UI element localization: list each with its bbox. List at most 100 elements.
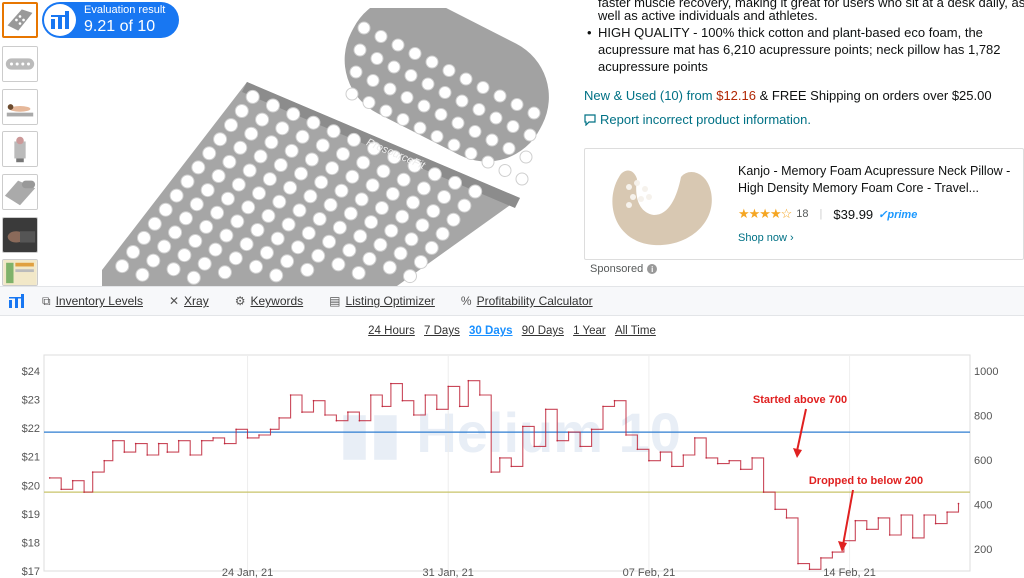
data-point bbox=[544, 408, 547, 411]
thumbnail-7[interactable] bbox=[2, 259, 38, 286]
range-30-days[interactable]: 30 Days bbox=[469, 325, 512, 337]
mat-spike-dot bbox=[270, 231, 285, 246]
thumbnail-6[interactable] bbox=[2, 217, 38, 253]
pillow-spike-dot bbox=[345, 87, 359, 101]
keywords-icon: ⚙ bbox=[234, 294, 246, 308]
inventory-levels-button[interactable]: ⧉ Inventory Levels bbox=[42, 294, 143, 309]
mat-spike-dot bbox=[283, 180, 298, 195]
range-24-hours[interactable]: 24 Hours bbox=[368, 325, 415, 337]
data-point bbox=[103, 459, 105, 462]
right-axis-tick: 200 bbox=[974, 544, 992, 556]
mat-spike-dot bbox=[322, 234, 337, 249]
left-axis-tick: $21 bbox=[22, 452, 40, 464]
mat-spike-dot bbox=[294, 166, 308, 181]
right-axis-tick: 600 bbox=[974, 455, 992, 467]
helium10-logo-icon bbox=[44, 4, 76, 36]
price-bsr-chart[interactable]: ▮▮ Helium 10 24 Jan, 21 31 Jan, 21 07 Feb, … bbox=[0, 345, 1024, 578]
pillow-spike-dot bbox=[400, 91, 414, 104]
x-tick-label: 14 Feb, 21 bbox=[823, 567, 876, 578]
data-point bbox=[854, 519, 857, 522]
mat-spike-dot bbox=[224, 118, 238, 133]
mat-spike-dot bbox=[208, 242, 223, 257]
thumbnail-1[interactable] bbox=[2, 2, 38, 38]
profitability-calculator-button[interactable]: % Profitability Calculator bbox=[461, 294, 593, 308]
shop-now-link[interactable]: Shop now › bbox=[738, 232, 794, 244]
range-90-days[interactable]: 90 Days bbox=[522, 325, 564, 337]
data-point bbox=[877, 517, 880, 519]
mat-spike-dot bbox=[217, 265, 232, 280]
thumbnail-4[interactable] bbox=[2, 131, 38, 167]
pillow-spike-dot bbox=[349, 65, 363, 79]
data-point bbox=[556, 439, 558, 442]
data-point bbox=[413, 414, 415, 416]
used-price: $12.16 bbox=[716, 88, 756, 103]
data-point bbox=[797, 562, 799, 565]
thumbnail-3[interactable] bbox=[2, 89, 38, 125]
rating-count[interactable]: 18 bbox=[796, 208, 808, 220]
mat-spike-dot bbox=[351, 266, 366, 280]
pillow-spike-dot bbox=[396, 113, 410, 126]
data-point bbox=[739, 468, 742, 471]
boxes-icon: ⧉ bbox=[42, 293, 51, 308]
data-point bbox=[694, 437, 696, 439]
thumbnail-2[interactable] bbox=[2, 46, 38, 82]
bullet-text: well as active individuals and athletes. bbox=[598, 8, 818, 23]
mat-spike-dot bbox=[448, 175, 462, 190]
mat-spike-dot bbox=[166, 262, 181, 277]
mat-spike-dot bbox=[200, 183, 215, 198]
mat-spike-dot bbox=[158, 202, 173, 217]
mat-spike-dot bbox=[365, 178, 380, 193]
pillow-spike-dot bbox=[515, 172, 529, 186]
mat-spike-dot bbox=[332, 220, 347, 235]
mat-spike-dot bbox=[250, 223, 265, 237]
data-point bbox=[347, 411, 349, 413]
xray-button[interactable]: ✕ Xray bbox=[169, 294, 209, 308]
thumbnail-5[interactable] bbox=[2, 174, 38, 210]
new-used-offers[interactable]: New & Used (10) from $12.16 & FREE Shipp… bbox=[584, 88, 992, 103]
annotation-dropped-below-200: Dropped to below 200 bbox=[809, 475, 923, 487]
mat-spike-dot bbox=[157, 239, 172, 254]
range-all-time[interactable]: All Time bbox=[615, 325, 656, 337]
data-point bbox=[522, 425, 524, 428]
mat-spike-dot bbox=[178, 211, 193, 226]
helium10-logo-icon[interactable] bbox=[0, 294, 34, 308]
data-point bbox=[83, 491, 85, 493]
mat-spike-dot bbox=[137, 230, 151, 245]
mat-spike-dot bbox=[249, 259, 263, 274]
report-label[interactable]: Report incorrect product information. bbox=[600, 112, 811, 127]
xray-icon: ✕ bbox=[168, 294, 180, 308]
data-point bbox=[189, 454, 191, 456]
data-point bbox=[682, 454, 685, 456]
mat-spike-dot bbox=[435, 226, 450, 241]
star-rating-icon[interactable]: ★★★★☆ bbox=[738, 206, 792, 222]
pillow-spike-dot bbox=[506, 120, 520, 133]
range-1-year[interactable]: 1 Year bbox=[573, 325, 606, 337]
ad-rating-row: ★★★★☆ 18 | $39.99 ✓prime bbox=[738, 206, 918, 222]
keywords-button[interactable]: ⚙ Keywords bbox=[235, 294, 303, 308]
new-used-link[interactable]: New & Used (10) from bbox=[584, 88, 713, 103]
product-main-image[interactable]: ProsourceFit bbox=[96, 0, 566, 286]
range-7-days[interactable]: 7 Days bbox=[424, 325, 460, 337]
mat-spike-dot bbox=[393, 246, 408, 261]
data-point bbox=[567, 431, 570, 433]
mat-spike-dot bbox=[325, 161, 340, 176]
listing-optimizer-button[interactable]: ▤ Listing Optimizer bbox=[329, 294, 435, 308]
sponsored-ad-card[interactable]: Kanjo - Memory Foam Acupressure Neck Pil… bbox=[584, 148, 1024, 260]
mat-spike-dot bbox=[416, 181, 431, 196]
mat-spike-dot bbox=[210, 205, 225, 220]
right-axis-tick: 1000 bbox=[974, 366, 998, 378]
pillow-spike-dot bbox=[438, 86, 452, 99]
mat-spike-dot bbox=[284, 143, 299, 158]
data-point bbox=[436, 408, 438, 411]
mat-spike-dot bbox=[413, 255, 428, 269]
data-point bbox=[602, 405, 604, 408]
mat-spike-dot bbox=[304, 152, 319, 167]
report-link[interactable]: Report incorrect product information. bbox=[584, 112, 811, 127]
ad-title[interactable]: Kanjo - Memory Foam Acupressure Neck Pil… bbox=[738, 163, 1018, 197]
data-point bbox=[212, 437, 214, 439]
info-icon[interactable]: i bbox=[647, 264, 658, 274]
data-point bbox=[157, 442, 160, 445]
data-point bbox=[820, 557, 822, 559]
bullet-text: acupressure mat has 6,210 acupressure po… bbox=[598, 42, 1001, 57]
neck-pillow-image[interactable] bbox=[599, 157, 719, 253]
